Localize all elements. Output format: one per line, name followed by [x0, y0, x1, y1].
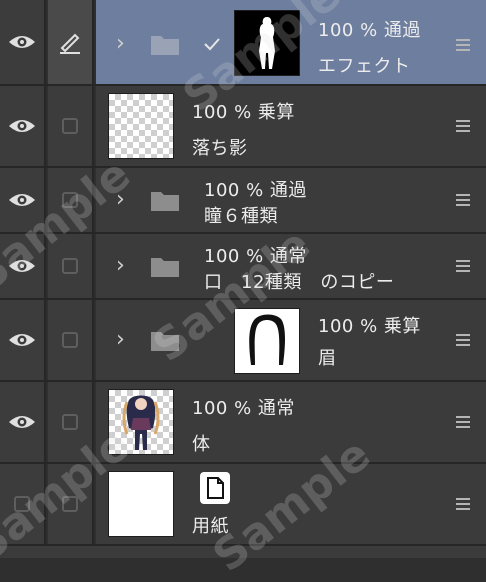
layer-content[interactable]: › 100 % 通常 口 12種類 のコピー: [96, 234, 486, 298]
edit-target-toggle[interactable]: [48, 168, 94, 232]
layer-content[interactable]: › 100 % 通過 瞳６種類: [96, 168, 486, 232]
edit-target-toggle[interactable]: [48, 234, 94, 298]
chevron-right-icon[interactable]: ›: [116, 189, 128, 211]
drag-handle-icon[interactable]: [456, 498, 470, 513]
pen-icon: [60, 33, 80, 54]
layer-opacity: 100 %: [318, 316, 378, 337]
eye-icon: [9, 416, 35, 428]
layer-opacity: 100 %: [192, 398, 252, 419]
visibility-toggle[interactable]: [0, 86, 46, 166]
drag-handle-icon[interactable]: [456, 334, 470, 349]
layer-row-shadow[interactable]: 100 % 乗算 落ち影: [0, 86, 486, 168]
layer-blend-mode: 乗算: [383, 316, 421, 337]
layer-name: エフェクト: [318, 56, 411, 77]
edit-target-toggle[interactable]: [48, 86, 94, 166]
checkbox[interactable]: [62, 414, 78, 430]
layer-name: 眉: [318, 348, 337, 369]
layer-blend-mode: 通過: [383, 20, 421, 41]
eye-icon: [9, 36, 35, 48]
layer-content[interactable]: 100 % 乗算 落ち影: [96, 86, 486, 166]
folder-icon: [151, 258, 179, 277]
drag-handle-icon[interactable]: [456, 416, 470, 431]
layer-name: 口 12種類 のコピー: [204, 272, 395, 293]
layer-blend-mode: 通常: [257, 398, 295, 419]
drag-handle-icon[interactable]: [456, 194, 470, 209]
layer-row-brows[interactable]: › 100 % 乗算 眉: [0, 300, 486, 382]
layer-opacity: 100 %: [318, 20, 378, 41]
visibility-toggle[interactable]: [0, 0, 46, 84]
layer-name: 瞳６種類: [204, 206, 278, 227]
layer-row-effect[interactable]: › 100 % 通過 エフェクト: [0, 0, 486, 86]
checkbox[interactable]: [62, 332, 78, 348]
layer-row-mouth[interactable]: › 100 % 通常 口 12種類 のコピー: [0, 234, 486, 300]
layer-blend-mode: 乗算: [257, 102, 295, 123]
layer-thumbnail: [108, 389, 174, 455]
drag-handle-icon[interactable]: [456, 260, 470, 275]
layer-content[interactable]: 100 % 通常 体: [96, 382, 486, 462]
check-icon: [204, 38, 220, 51]
layer-opacity: 100 %: [192, 102, 252, 123]
layer-opacity: 100 %: [204, 246, 264, 267]
layer-name: 体: [192, 434, 211, 455]
document-icon: [207, 477, 224, 499]
visibility-toggle[interactable]: [0, 300, 46, 380]
layer-content[interactable]: 用紙: [96, 464, 486, 544]
eye-icon: [9, 120, 35, 132]
checkbox[interactable]: [62, 496, 78, 512]
edit-target-toggle[interactable]: [48, 300, 94, 380]
layer-content[interactable]: › 100 % 通過 エフェクト: [96, 0, 486, 84]
layer-row-eyes[interactable]: › 100 % 通過 瞳６種類: [0, 168, 486, 234]
layer-panel: › 100 % 通過 エフェクト 100 % 乗算 落ち影 › 100 % 通過…: [0, 0, 486, 582]
layer-mask-thumbnail: [234, 308, 300, 374]
drag-handle-icon[interactable]: [456, 120, 470, 135]
checkbox[interactable]: [62, 258, 78, 274]
eye-icon: [9, 334, 35, 346]
visibility-toggle[interactable]: [0, 382, 46, 462]
chevron-right-icon[interactable]: ›: [116, 33, 128, 55]
drag-handle-icon[interactable]: [456, 39, 470, 54]
eye-icon: [9, 194, 35, 206]
edit-target-toggle[interactable]: [48, 464, 94, 544]
layer-opacity: 100 %: [204, 180, 264, 201]
checkbox[interactable]: [62, 192, 78, 208]
layer-row-paper[interactable]: 用紙: [0, 464, 486, 546]
layer-mask-thumbnail: [234, 10, 300, 76]
checkbox[interactable]: [62, 118, 78, 134]
visibility-toggle[interactable]: [0, 464, 46, 544]
character-figure: [122, 395, 160, 450]
layer-thumbnail: [108, 471, 174, 537]
hair-silhouette: [249, 314, 285, 365]
chevron-right-icon[interactable]: ›: [116, 255, 128, 277]
figure-silhouette: [259, 17, 275, 69]
folder-icon: [151, 332, 179, 351]
layer-thumbnail: [108, 93, 174, 159]
checkbox[interactable]: [14, 496, 30, 512]
layer-blend-mode: 通過: [269, 180, 307, 201]
folder-icon: [151, 36, 179, 55]
visibility-toggle[interactable]: [0, 168, 46, 232]
paper-badge: [200, 472, 230, 504]
layer-blend-mode: 通常: [269, 246, 307, 267]
eye-icon: [9, 260, 35, 272]
layer-name: 用紙: [192, 516, 229, 537]
layer-row-body[interactable]: 100 % 通常 体: [0, 382, 486, 464]
layer-name: 落ち影: [192, 138, 248, 159]
edit-target-toggle[interactable]: [48, 0, 94, 84]
layer-content[interactable]: › 100 % 乗算 眉: [96, 300, 486, 380]
folder-icon: [151, 192, 179, 211]
chevron-right-icon[interactable]: ›: [116, 329, 128, 351]
visibility-toggle[interactable]: [0, 234, 46, 298]
panel-footer: [0, 546, 486, 558]
edit-target-toggle[interactable]: [48, 382, 94, 462]
